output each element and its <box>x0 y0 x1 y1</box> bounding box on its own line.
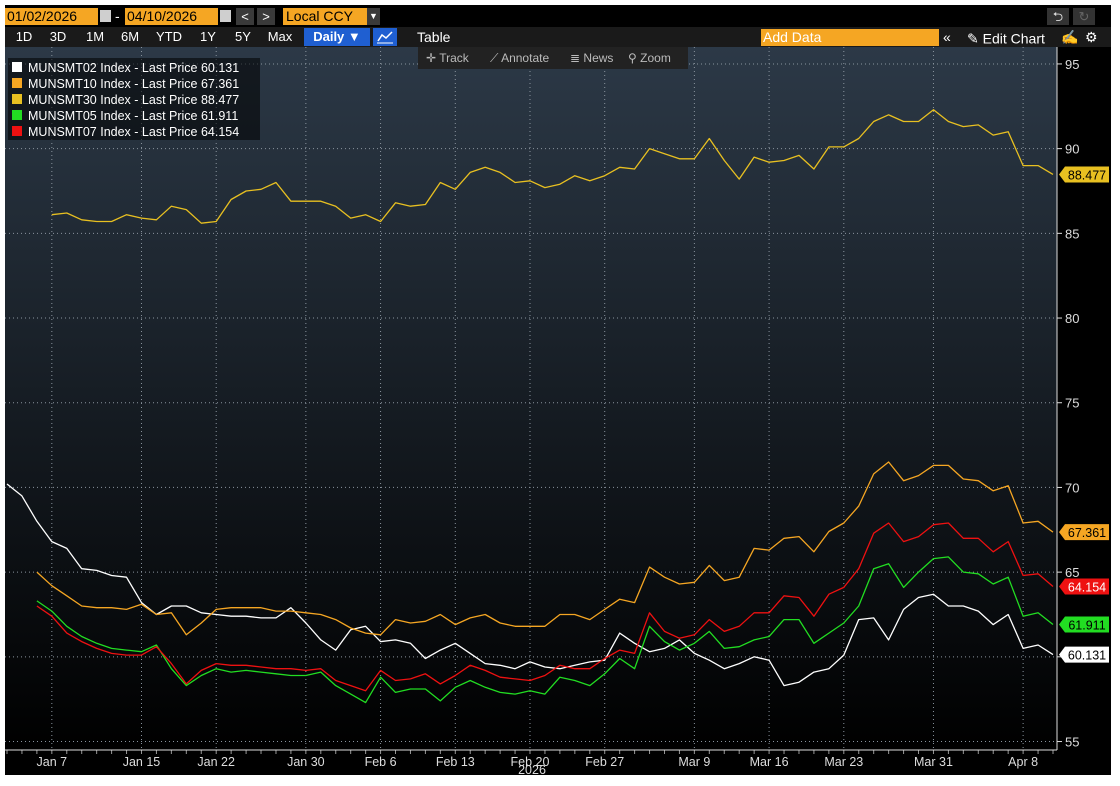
plot-background <box>5 47 1057 750</box>
legend-swatch <box>12 94 22 104</box>
x-tick-label: Mar 9 <box>678 755 710 769</box>
chevron-down-icon[interactable]: ▼ <box>367 8 380 25</box>
edit-icon[interactable]: ✍ <box>1061 28 1078 46</box>
x-tick-label: Jan 7 <box>37 755 68 769</box>
magnifier-icon: ⚲ <box>628 51 637 65</box>
news-icon: ≣ <box>570 51 581 65</box>
period-5y[interactable]: 5Y <box>230 28 256 46</box>
x-tick-label: Jan 30 <box>287 755 325 769</box>
legend-entry: MUNSMT05 Index - Last Price 61.911 <box>28 109 238 123</box>
period-1d[interactable]: 1D <box>11 28 37 46</box>
legend-swatch <box>12 126 22 136</box>
legend-swatch <box>12 62 22 72</box>
undo-icon[interactable]: ⮌ <box>1047 8 1069 25</box>
period-1y[interactable]: 1Y <box>195 28 221 46</box>
x-tick-label: Jan 15 <box>123 755 161 769</box>
last-price-label: 67.361 <box>1068 526 1106 540</box>
x-tick-label: Feb 6 <box>365 755 397 769</box>
period-3d[interactable]: 3D <box>45 28 71 46</box>
last-price-tag: 60.131 <box>1059 646 1109 663</box>
y-tick-label: 55 <box>1065 735 1079 750</box>
y-tick-label: 70 <box>1065 480 1079 495</box>
y-tick-label: 95 <box>1065 57 1079 72</box>
last-price-label: 61.911 <box>1068 618 1105 632</box>
period-ytd[interactable]: YTD <box>153 28 185 46</box>
edit-chart-button[interactable]: ✎ Edit Chart <box>967 28 1045 47</box>
prev-period-button[interactable]: < <box>236 8 254 25</box>
legend-swatch <box>12 78 22 88</box>
last-price-tag: 67.361 <box>1059 524 1109 541</box>
bloomberg-chart-window: 01/02/2026 - 04/10/2026 < > Local CCY ▼ … <box>5 5 1111 775</box>
pen-icon: ⟋ <box>490 51 499 65</box>
zoom-tool[interactable]: ⚲ Zoom <box>628 47 671 69</box>
last-price-label: 60.131 <box>1068 649 1106 663</box>
period-1m[interactable]: 1M <box>82 28 108 46</box>
calendar-icon[interactable] <box>220 10 231 22</box>
start-date-input[interactable]: 01/02/2026 <box>5 8 98 25</box>
date-range-toolbar: 01/02/2026 - 04/10/2026 < > Local CCY ▼ … <box>5 5 1111 27</box>
add-data-input[interactable]: Add Data <box>761 29 939 46</box>
next-period-button[interactable]: > <box>257 8 275 25</box>
news-tool[interactable]: ≣ News <box>570 47 613 69</box>
last-price-tag: 64.154 <box>1059 578 1109 595</box>
period-max[interactable]: Max <box>264 28 296 46</box>
gear-icon[interactable]: ⚙ <box>1085 28 1098 46</box>
redo-icon[interactable]: ↻ <box>1073 8 1095 25</box>
chart-tools-toolbar: ✛ Track ⟋ Annotate ≣ News ⚲ Zoom <box>418 47 688 69</box>
last-price-label: 64.154 <box>1068 580 1106 594</box>
legend-entry: MUNSMT02 Index - Last Price 60.131 <box>28 61 239 75</box>
crosshair-icon: ✛ <box>426 51 437 65</box>
legend-entry: MUNSMT10 Index - Last Price 67.361 <box>28 77 239 91</box>
calendar-icon[interactable] <box>100 10 111 22</box>
last-price-label: 88.477 <box>1068 168 1106 182</box>
legend-entry: MUNSMT30 Index - Last Price 88.477 <box>28 93 239 107</box>
frequency-select[interactable]: Daily ▼ <box>304 28 370 46</box>
edit-chart-label: Edit Chart <box>982 30 1045 47</box>
x-tick-label: Mar 16 <box>750 755 789 769</box>
pencil-icon: ✎ <box>967 30 979 47</box>
x-tick-label: Mar 31 <box>914 755 953 769</box>
x-tick-label: Mar 23 <box>824 755 863 769</box>
end-date-input[interactable]: 04/10/2026 <box>125 8 218 25</box>
x-tick-label: Feb 27 <box>585 755 624 769</box>
x-tick-label: Feb 13 <box>436 755 475 769</box>
period-toolbar: 1D 3D 1M 6M YTD 1Y 5Y Max Daily ▼ Table … <box>5 27 1111 47</box>
x-tick-label: Apr 8 <box>1008 755 1038 769</box>
x-tick-label: Jan 22 <box>197 755 235 769</box>
last-price-tag: 88.477 <box>1059 166 1109 183</box>
date-separator: - <box>115 8 120 24</box>
legend-swatch <box>12 110 22 120</box>
price-chart[interactable]: 556065707580859095 Jan 7Jan 15Jan 22Jan … <box>5 47 1111 775</box>
track-tool[interactable]: ✛ Track <box>426 47 469 69</box>
line-chart-icon[interactable] <box>373 28 397 46</box>
y-tick-label: 75 <box>1065 396 1079 411</box>
y-tick-label: 65 <box>1065 565 1079 580</box>
y-tick-label: 85 <box>1065 226 1079 241</box>
y-tick-label: 80 <box>1065 311 1079 326</box>
collapse-button[interactable]: « <box>943 28 951 46</box>
y-tick-label: 90 <box>1065 142 1079 157</box>
annotate-tool[interactable]: ⟋ Annotate <box>490 47 549 69</box>
legend-entry: MUNSMT07 Index - Last Price 64.154 <box>28 125 239 139</box>
currency-select[interactable]: Local CCY <box>283 8 380 25</box>
last-price-tag: 61.911 <box>1059 616 1109 633</box>
table-button[interactable]: Table <box>417 28 450 46</box>
x-year-label: 2026 <box>518 763 546 775</box>
period-6m[interactable]: 6M <box>117 28 143 46</box>
